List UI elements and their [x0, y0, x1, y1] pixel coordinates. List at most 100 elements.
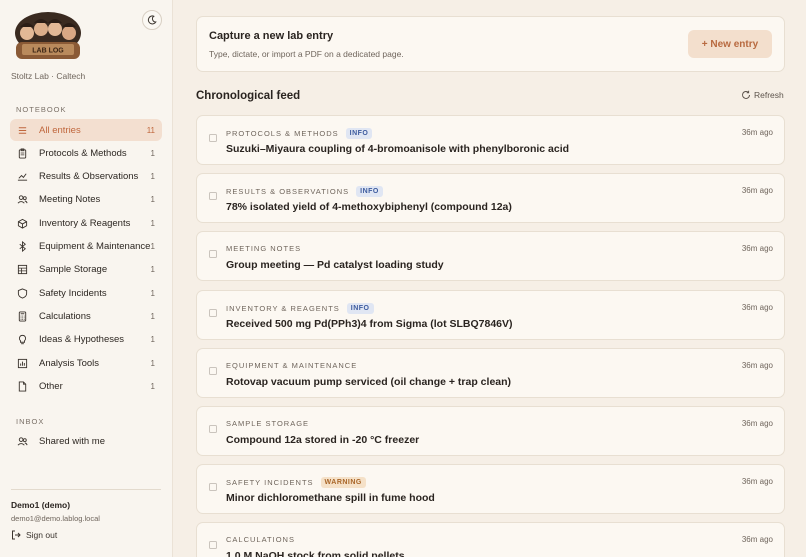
sidebar-item-shared-with-me[interactable]: Shared with me: [10, 430, 162, 452]
sidebar-item-equipment-and-maintenance[interactable]: Equipment & Maintenance 1: [10, 236, 162, 258]
users-icon: [16, 194, 28, 206]
entry-category: SAFETY INCIDENTS: [226, 478, 314, 488]
sign-out-icon: [12, 530, 21, 540]
refresh-icon: [742, 90, 750, 99]
entry-category: MEETING NOTES: [226, 244, 302, 254]
sidebar-item-count: 1: [150, 148, 155, 158]
feed-entry-card[interactable]: INVENTORY & REAGENTS INFO 36m ago Received …: [196, 289, 785, 340]
sidebar-item-label: Results & Observations: [39, 171, 139, 183]
sidebar-item-label: Meeting Notes: [39, 194, 101, 206]
feed-entry-card[interactable]: RESULTS & OBSERVATIONS INFO 36m ago 78% iso…: [196, 173, 785, 224]
sidebar-divider: [11, 489, 161, 490]
refresh-label: Refresh: [754, 90, 784, 100]
capture-title: Capture a new lab entry: [209, 30, 334, 42]
entry-category: SAMPLE STORAGE: [226, 419, 310, 428]
sidebar-item-calculations[interactable]: Calculations 1: [10, 305, 162, 327]
lab-name: Stoltz Lab · Caltech: [11, 71, 86, 81]
entry-category-icon: [209, 129, 217, 142]
shield-icon: [16, 287, 28, 299]
entry-title[interactable]: Compound 12a stored in -20 °C freezer: [226, 434, 419, 446]
entry-status-badge: INFO: [345, 128, 373, 139]
entry-timestamp: 36m ago: [741, 244, 773, 254]
entry-category: PROTOCOLS & METHODS: [226, 129, 339, 138]
theme-toggle-button[interactable]: [142, 10, 162, 30]
sidebar-item-count: 1: [150, 335, 155, 345]
sidebar-item-safety-incidents[interactable]: Safety Incidents 1: [10, 282, 162, 304]
entry-category: INVENTORY & REAGENTS: [226, 303, 340, 313]
entry-title[interactable]: Rotovap vacuum pump serviced (oil change…: [226, 376, 511, 388]
grid-icon: [16, 264, 28, 276]
entry-category: RESULTS & OBSERVATIONS: [226, 187, 350, 197]
sidebar-item-other[interactable]: Other 1: [10, 375, 162, 397]
new-entry-button[interactable]: + New entry: [688, 30, 772, 58]
lab-logo[interactable]: LAB LOG: [13, 11, 83, 65]
sidebar-item-count: 1: [150, 288, 155, 298]
sidebar: LAB LOG Stoltz Lab · Caltech NOTEBOOK Al…: [0, 0, 173, 557]
sidebar-item-count: 1: [150, 311, 155, 321]
calculator-icon: [16, 310, 28, 322]
sign-out-label: Sign out: [26, 530, 58, 540]
moon-icon: [147, 15, 157, 25]
entry-category-icon: [209, 420, 217, 433]
entry-timestamp: 36m ago: [741, 128, 773, 137]
bluetooth-icon: [16, 241, 28, 253]
entry-timestamp: 36m ago: [741, 419, 773, 428]
sidebar-item-protocols-and-methods[interactable]: Protocols & Methods 1: [10, 142, 162, 164]
entry-title[interactable]: 78% isolated yield of 4-methoxybiphenyl …: [226, 201, 512, 213]
entry-category-icon: [209, 362, 217, 375]
clipboard-icon: [16, 147, 28, 159]
sidebar-item-ideas-and-hypotheses[interactable]: Ideas & Hypotheses 1: [10, 329, 162, 351]
entry-title[interactable]: 1.0 M NaOH stock from solid pellets: [226, 550, 405, 557]
entry-category: CALCULATIONS: [226, 535, 295, 545]
entry-status-badge: WARNING: [320, 477, 366, 489]
entry-timestamp: 36m ago: [741, 535, 773, 545]
sidebar-item-count: 1: [150, 358, 155, 368]
entry-category: EQUIPMENT & MAINTENANCE: [226, 360, 358, 370]
entry-category-icon: [209, 478, 217, 492]
feed-entry-card[interactable]: EQUIPMENT & MAINTENANCE 36m ago Rotovap va…: [196, 347, 785, 398]
lightbulb-icon: [16, 334, 28, 346]
sidebar-item-analysis-tools[interactable]: Analysis Tools 1: [10, 352, 162, 374]
feed-entry-card[interactable]: PROTOCOLS & METHODS INFO 36m ago Suzuki–Miy…: [196, 115, 785, 165]
user-email: demo1@demo.lablog.local: [11, 514, 100, 523]
entry-timestamp: 36m ago: [741, 477, 773, 487]
feed-entry-card[interactable]: SAMPLE STORAGE 36m ago Compound 12a stored…: [196, 406, 785, 456]
logo-text: LAB LOG: [32, 48, 64, 55]
entry-status-badge: INFO: [356, 186, 383, 198]
bar-chart-icon: [16, 357, 28, 369]
sidebar-item-count: 1: [150, 218, 155, 228]
refresh-button[interactable]: Refresh: [741, 90, 784, 100]
sidebar-item-count: 11: [146, 125, 155, 135]
sidebar-item-results-and-observations[interactable]: Results & Observations 1: [10, 166, 162, 188]
sidebar-item-label: Analysis Tools: [39, 357, 100, 369]
sidebar-item-label: Protocols & Methods: [39, 147, 127, 159]
feed-entry-card[interactable]: MEETING NOTES 36m ago Group meeting — Pd c…: [196, 231, 785, 282]
entry-title[interactable]: Group meeting — Pd catalyst loading stud…: [226, 259, 444, 271]
sidebar-item-label: Shared with me: [39, 435, 106, 447]
entry-category-icon: [209, 536, 217, 550]
entry-timestamp: 36m ago: [741, 360, 773, 370]
sidebar-item-all-entries[interactable]: All entries 11: [10, 119, 162, 141]
sign-out-link[interactable]: Sign out: [11, 530, 57, 540]
entry-title[interactable]: Minor dichloromethane spill in fume hood: [226, 492, 435, 504]
feed-entry-card[interactable]: SAFETY INCIDENTS WARNING 36m ago Minor dich…: [196, 464, 785, 515]
sidebar-item-count: 1: [150, 172, 155, 182]
feed-entry-card[interactable]: CALCULATIONS 36m ago 1.0 M NaOH stock from…: [196, 522, 785, 557]
notebook-section-label: NOTEBOOK: [16, 105, 67, 114]
box-icon: [16, 217, 28, 229]
users-icon: [16, 435, 28, 447]
entry-status-badge: INFO: [346, 302, 374, 314]
feed-title: Chronological feed: [196, 90, 301, 102]
sidebar-item-count: 1: [150, 265, 155, 275]
sidebar-item-inventory-and-reagents[interactable]: Inventory & Reagents 1: [10, 212, 162, 234]
sidebar-item-label: Safety Incidents: [39, 287, 107, 299]
sidebar-item-label: Inventory & Reagents: [39, 217, 131, 229]
sidebar-item-meeting-notes[interactable]: Meeting Notes 1: [10, 189, 162, 211]
sidebar-item-sample-storage[interactable]: Sample Storage 1: [10, 259, 162, 281]
sidebar-item-count: 1: [150, 195, 155, 205]
entry-category-icon: [209, 187, 217, 201]
capture-subtitle: Type, dictate, or import a PDF on a dedi…: [209, 49, 404, 59]
entry-title[interactable]: Suzuki–Miyaura coupling of 4-bromoanisol…: [226, 143, 569, 155]
list-icon: [16, 124, 28, 136]
entry-title[interactable]: Received 500 mg Pd(PPh3)4 from Sigma (lo…: [226, 318, 513, 330]
